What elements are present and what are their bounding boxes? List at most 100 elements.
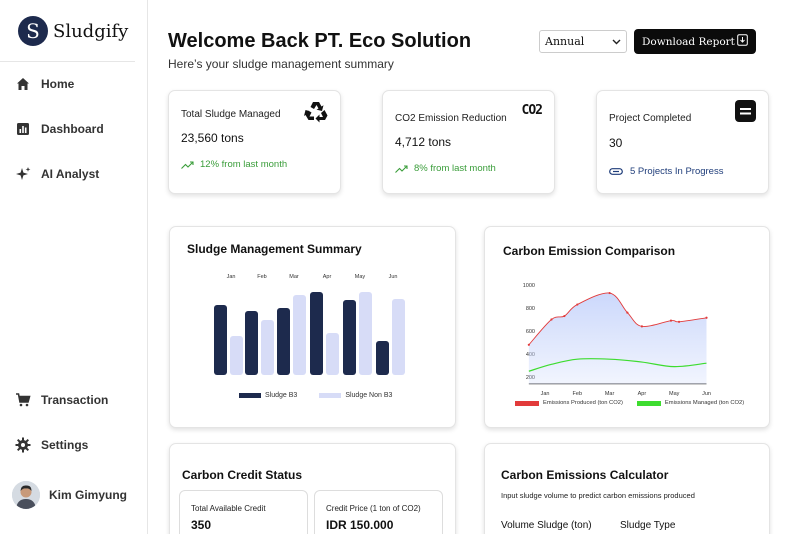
sidebar-item-dashboard[interactable]: Dashboard xyxy=(14,120,104,138)
credit-price-label: Credit Price (1 ton of CO2) xyxy=(326,504,421,513)
sidebar-item-label: Settings xyxy=(41,438,89,452)
stat-title: CO2 Emission Reduction xyxy=(395,113,507,124)
sludge-bar-chart: Jan Feb Mar Apr May Jun xyxy=(214,274,405,375)
bar-sludge-non-b3 xyxy=(230,336,243,375)
trending-up-icon xyxy=(395,164,408,173)
data-point-produced xyxy=(576,303,579,306)
page-subtitle: Here’s your sludge management summary xyxy=(168,57,394,71)
credit-price-value: IDR 150.000 xyxy=(326,518,394,532)
x-tick-label: May xyxy=(355,274,366,280)
sidebar-item-settings[interactable]: Settings xyxy=(14,436,88,454)
carbon-area-chart: 2004006008001000JanFebMarAprMayJun xyxy=(523,283,711,397)
download-icon xyxy=(737,34,748,49)
x-tick-label: Jun xyxy=(702,391,711,397)
x-tick-label: Jan xyxy=(541,391,550,397)
stat-value: 30 xyxy=(609,136,623,150)
x-tick-label: Jun xyxy=(389,274,398,280)
sidebar-item-label: Transaction xyxy=(41,393,109,407)
projects-progress-text: 5 Projects In Progress xyxy=(630,166,724,177)
sidebar-item-label: AI Analyst xyxy=(41,167,100,181)
carbon-credit-card: Carbon Credit Status Total Available Cre… xyxy=(169,443,456,534)
bar-sludge-b3 xyxy=(343,300,356,375)
co2-icon: CO2 xyxy=(521,103,544,118)
data-point-produced xyxy=(608,291,611,295)
user-name: Kim Gimyung xyxy=(49,488,128,502)
bar-sludge-non-b3 xyxy=(359,292,372,375)
bar-sludge-b3 xyxy=(214,305,227,375)
stat-trend-text: 8% from last month xyxy=(414,163,496,174)
calculator-card: Carbon Emissions Calculator Input sludge… xyxy=(484,443,770,534)
data-point-produced xyxy=(669,319,673,322)
sidebar-item-home[interactable]: Home xyxy=(14,75,74,93)
home-icon xyxy=(14,75,32,93)
sidebar-item-ai-analyst[interactable]: AI Analyst xyxy=(14,165,99,183)
x-tick-label: Mar xyxy=(605,391,615,397)
sparkle-icon xyxy=(14,165,32,183)
bar-sludge-b3 xyxy=(245,311,258,375)
stat-title: Project Completed xyxy=(609,113,692,124)
stat-card-projects: Project Completed 30 5 Projects In Progr… xyxy=(596,90,769,194)
data-point-produced xyxy=(705,316,708,319)
user-profile[interactable]: Kim Gimyung xyxy=(12,481,127,509)
data-point-produced xyxy=(563,314,566,318)
download-report-button[interactable]: Download Report xyxy=(634,29,756,54)
carbon-comparison-card: Carbon Emission Comparison 2004006008001… xyxy=(484,226,770,428)
sidebar: S Sludgify Home Dashboard AI Analyst Tra… xyxy=(0,0,148,534)
data-point-produced xyxy=(626,311,629,314)
stat-value: 4,712 tons xyxy=(395,135,452,149)
chart-title: Sludge Management Summary xyxy=(187,242,362,256)
trending-up-icon xyxy=(181,160,194,169)
legend-label-non-b3: Sludge Non B3 xyxy=(345,392,393,399)
chart-legend: Sludge B3 Sludge Non B3 xyxy=(239,392,392,399)
download-report-label: Download Report xyxy=(642,35,735,48)
credit-price-box: Credit Price (1 ton of CO2) IDR 150.000 xyxy=(314,490,443,534)
link-icon xyxy=(609,168,623,175)
bar-sludge-b3 xyxy=(277,308,290,375)
logo-mark: S xyxy=(18,16,48,46)
stat-trend-text: 12% from last month xyxy=(200,159,288,170)
data-point-produced xyxy=(677,320,681,323)
stat-card-co2-reduction: CO2 Emission Reduction 4,712 tons 8% fro… xyxy=(382,90,555,194)
sidebar-divider xyxy=(0,61,135,62)
projects-progress[interactable]: 5 Projects In Progress xyxy=(609,166,723,177)
volume-sludge-label: Volume Sludge (ton) xyxy=(501,520,592,531)
bar-sludge-b3 xyxy=(376,341,389,375)
data-point-produced xyxy=(550,318,553,321)
chevron-down-icon xyxy=(612,35,621,48)
stat-card-total-sludge: Total Sludge Managed 23,560 tons 12% fro… xyxy=(168,90,341,194)
bar-sludge-non-b3 xyxy=(261,320,274,375)
stat-title: Total Sludge Managed xyxy=(181,109,281,120)
bar-sludge-non-b3 xyxy=(293,295,306,375)
period-select-value: Annual xyxy=(545,35,585,48)
sidebar-item-transaction[interactable]: Transaction xyxy=(14,391,108,409)
x-tick-label: May xyxy=(669,391,680,397)
x-tick-label: Apr xyxy=(638,391,647,397)
bar-sludge-non-b3 xyxy=(326,333,339,375)
brand-name: Sludgify xyxy=(53,20,129,42)
available-credit-box: Total Available Credit 350 xyxy=(179,490,308,534)
sludge-summary-card: Sludge Management Summary Jan Feb Mar Apr Ma… xyxy=(169,226,456,428)
page-title: Welcome Back PT. Eco Solution xyxy=(168,30,472,52)
bar-chart-icon xyxy=(14,120,32,138)
data-point-produced xyxy=(640,325,643,328)
x-tick-label: Jan xyxy=(227,274,236,280)
sludge-type-label: Sludge Type xyxy=(620,520,676,531)
x-tick-label: Feb xyxy=(257,274,266,280)
legend-label-managed: Emissions Managed (ton CO2) xyxy=(664,400,745,406)
available-credit-value: 350 xyxy=(191,518,212,532)
stat-value: 23,560 tons xyxy=(181,131,244,145)
brand-logo[interactable]: S Sludgify xyxy=(18,16,128,46)
chart-title: Carbon Emission Comparison xyxy=(503,244,676,258)
sidebar-item-label: Home xyxy=(41,77,75,91)
period-select[interactable]: Annual xyxy=(539,30,627,53)
x-tick-label: Mar xyxy=(289,274,299,280)
section-title: Carbon Credit Status xyxy=(182,468,303,482)
available-credit-label: Total Available Credit xyxy=(191,504,266,513)
gear-icon xyxy=(14,436,32,454)
y-tick-label: 1000 xyxy=(523,283,535,289)
legend-swatch-produced xyxy=(515,400,539,406)
legend-label-produced: Emissions Produced (ton CO2) xyxy=(543,400,623,406)
legend-swatch-managed xyxy=(636,400,661,406)
calculator-description: Input sludge volume to predict carbon em… xyxy=(501,491,695,500)
x-tick-label: Apr xyxy=(323,274,332,280)
